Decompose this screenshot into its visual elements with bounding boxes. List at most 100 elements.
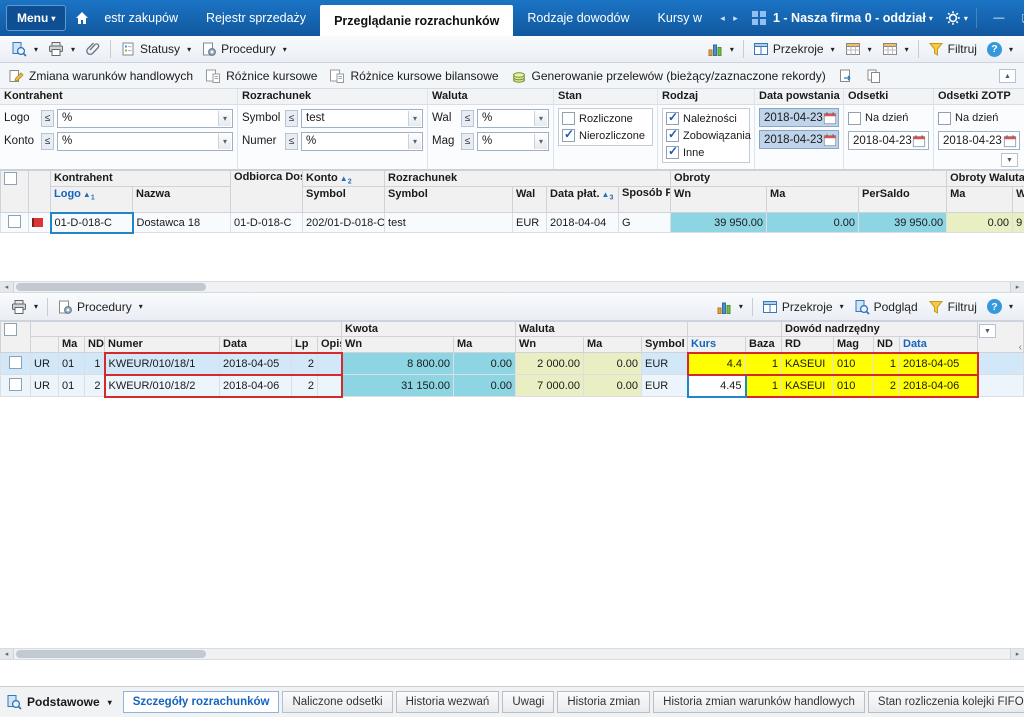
calendar-icon[interactable]: [823, 111, 837, 125]
select-all-checkbox[interactable]: [0, 321, 31, 353]
cell-kwota-ma[interactable]: 0.00: [453, 352, 516, 375]
cell-baza[interactable]: 1: [744, 373, 782, 398]
cell-waluta-wn[interactable]: 7 000.00: [515, 374, 584, 397]
col-waluta-wn[interactable]: Wn: [515, 336, 584, 353]
cell-sposob[interactable]: G: [618, 212, 672, 233]
podglad-button[interactable]: Podgląd: [849, 297, 923, 317]
zobowiazania-checkbox[interactable]: [666, 127, 679, 142]
zotp-date-field[interactable]: 2018-04-23: [938, 131, 1020, 150]
cell-dowod-mag[interactable]: 010: [833, 373, 874, 398]
tab-naliczone-odsetki[interactable]: Naliczone odsetki: [282, 691, 393, 713]
wal-operator-button[interactable]: ≤: [461, 109, 474, 127]
cell-persaldo[interactable]: 39 950.00: [858, 212, 948, 233]
col-persaldo[interactable]: PerSaldo: [858, 186, 948, 213]
help-button[interactable]: ?: [982, 40, 1018, 59]
cell-symbol[interactable]: test: [384, 212, 514, 233]
cell-nd[interactable]: 1: [84, 352, 105, 375]
group-kwota[interactable]: Kwota: [341, 321, 516, 337]
checkbox[interactable]: [4, 172, 17, 185]
flag-column-header[interactable]: [28, 170, 51, 213]
cell-data[interactable]: 2018-04-05: [219, 351, 292, 376]
chart-button[interactable]: [702, 39, 739, 59]
scrollbar-thumb[interactable]: [16, 650, 206, 658]
mag-operator-button[interactable]: ≤: [461, 132, 474, 150]
row-checkbox-cell[interactable]: [0, 212, 29, 233]
tab-historia-wezwan[interactable]: Historia wezwań: [395, 691, 500, 713]
zotp-na-dzien-row[interactable]: Na dzień: [938, 108, 1020, 128]
col-kurs[interactable]: Kurs: [687, 336, 746, 353]
tab-historia-zmian[interactable]: Historia zmian: [557, 691, 651, 713]
cell-dowod-nd[interactable]: 2: [873, 373, 900, 398]
cell-kwota-wn[interactable]: 8 800.00: [341, 352, 454, 375]
col-obroty-ma[interactable]: Ma: [766, 186, 860, 213]
cell-kurs[interactable]: 4.4: [686, 351, 746, 376]
cell-dowod-nd[interactable]: 1: [873, 351, 900, 376]
inne-checkbox-row[interactable]: Inne: [666, 144, 746, 160]
maximize-button[interactable]: [1013, 5, 1024, 31]
tab-historia-zmian-warunkow[interactable]: Historia zmian warunków handlowych: [653, 691, 865, 713]
numer-filter-select[interactable]: %: [301, 131, 423, 151]
chevron-down-icon[interactable]: [929, 14, 933, 23]
tab-scroll-left-icon[interactable]: [716, 0, 729, 36]
chevron-down-icon[interactable]: [408, 110, 421, 126]
scroll-left-icon[interactable]: [0, 282, 14, 292]
tab-rejestr-sprzedazy[interactable]: Rejestr sprzedaży: [192, 0, 320, 36]
views-button[interactable]: [877, 39, 914, 59]
cell-waluta-wn[interactable]: 2 000.00: [515, 352, 584, 375]
col-kwota-ma[interactable]: Ma: [453, 336, 516, 353]
cell-dowod-data[interactable]: 2018-04-06: [898, 373, 979, 398]
logo-operator-button[interactable]: ≤: [41, 109, 54, 127]
tab-rodzaje-dowodow[interactable]: Rodzaje dowodów: [513, 0, 643, 36]
logo-filter-select[interactable]: %: [57, 108, 233, 128]
odsetki-na-dzien-row[interactable]: Na dzień: [848, 108, 929, 128]
row-checkbox-cell[interactable]: [0, 352, 31, 375]
calendar-icon[interactable]: [1003, 134, 1017, 148]
chevron-down-icon[interactable]: [408, 133, 421, 149]
naleznosci-checkbox[interactable]: [666, 110, 679, 125]
cell-ma[interactable]: 01: [58, 352, 85, 375]
tab-scroll-right-icon[interactable]: [729, 0, 742, 36]
col-data-platnosci[interactable]: Data płat.3: [546, 186, 620, 213]
copy-button[interactable]: [866, 68, 882, 84]
col-nd2[interactable]: ND: [873, 336, 900, 353]
chevron-down-icon[interactable]: [534, 110, 547, 126]
roznice-kursowe-button[interactable]: Różnice kursowe: [205, 68, 317, 84]
tab-szczegoly-rozrachunkow[interactable]: Szczegóły rozrachunków: [122, 691, 280, 713]
cell-kwota-wn[interactable]: 31 150.00: [341, 374, 454, 397]
cell-opis[interactable]: [317, 351, 343, 376]
cell-data[interactable]: 2018-04-06: [219, 373, 292, 398]
cell-odbiorca[interactable]: 01-D-018-C: [230, 212, 304, 233]
checkbox[interactable]: [9, 355, 22, 369]
export-transfer-button[interactable]: [838, 68, 854, 84]
col-waluta-ma[interactable]: Ma: [583, 336, 642, 353]
scroll-left-icon[interactable]: [0, 649, 14, 659]
cell-lp[interactable]: 2: [291, 373, 318, 398]
filtruj-button[interactable]: Filtruj: [923, 297, 982, 317]
chevron-down-icon[interactable]: [218, 133, 231, 149]
cell-lp[interactable]: 2: [291, 351, 318, 376]
preview-button[interactable]: [6, 39, 43, 59]
cell-waluta-ma[interactable]: 0.00: [583, 352, 642, 375]
cell-waluta-wn[interactable]: 9: [1012, 212, 1024, 233]
attachments-button[interactable]: [80, 39, 106, 59]
collapse-panel-button[interactable]: [999, 69, 1016, 83]
cell-kwota-ma[interactable]: 0.00: [453, 374, 516, 397]
collapse-grid-filter-button[interactable]: [979, 324, 996, 338]
gear-icon[interactable]: [945, 10, 961, 26]
inne-checkbox[interactable]: [666, 144, 679, 159]
group-dowod-nadrzedny[interactable]: Dowód nadrzędny: [780, 321, 979, 337]
cell-waluta-ma[interactable]: 0.00: [946, 212, 1014, 233]
col-konto-symbol[interactable]: Symbol: [302, 186, 386, 213]
group-rozrachunek[interactable]: Rozrachunek: [384, 170, 672, 187]
col-obroty-wn[interactable]: Wn: [670, 186, 768, 213]
tab-kursy-walut[interactable]: Kursy w: [644, 0, 716, 36]
cell-nd[interactable]: 2: [84, 374, 105, 397]
select-all-checkbox[interactable]: [0, 170, 29, 213]
symbol-filter-select[interactable]: test: [301, 108, 423, 128]
cell-data-platnosci[interactable]: 2018-04-04: [546, 212, 620, 233]
settlement-row[interactable]: 01-D-018-C Dostawca 18 01-D-018-C 202/01…: [0, 211, 1024, 234]
home-icon[interactable]: [74, 5, 90, 31]
cell-dowod-mag[interactable]: 010: [833, 351, 874, 376]
col-kwota-wn[interactable]: Wn: [341, 336, 454, 353]
podstawowe-selector[interactable]: Podstawowe: [4, 694, 120, 710]
